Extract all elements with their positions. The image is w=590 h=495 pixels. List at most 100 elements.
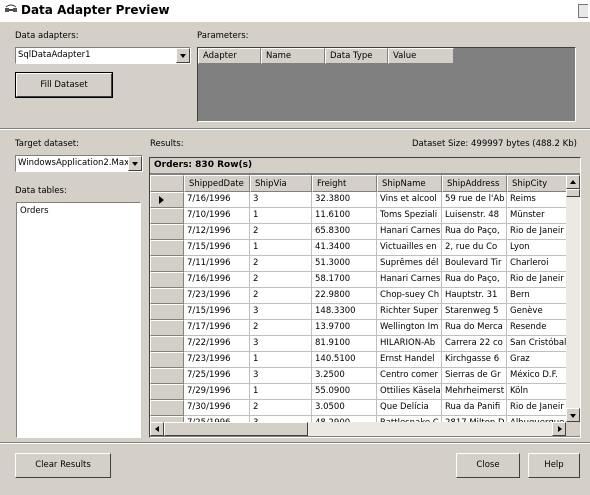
cell-shipname[interactable]: Centro comer	[377, 368, 442, 384]
cell-shipname[interactable]: Victuailles en	[377, 240, 442, 256]
row-header[interactable]	[150, 368, 184, 384]
data-tables-list[interactable]: Orders	[16, 202, 141, 438]
col-shipvia[interactable]: ShipVia	[250, 175, 312, 192]
scroll-left-button[interactable]	[150, 422, 164, 436]
cell-shipcity[interactable]: Rio de Janeir	[507, 400, 570, 416]
param-col-value[interactable]: Value	[388, 48, 454, 64]
cell-freight[interactable]: 55.0900	[312, 384, 377, 400]
param-col-data-type[interactable]: Data Type	[325, 48, 388, 64]
target-dataset-combo[interactable]: WindowsApplication2.Max	[15, 155, 143, 172]
cell-shipcity[interactable]: Lyon	[507, 240, 570, 256]
col-shipaddress[interactable]: ShipAddress	[442, 175, 507, 192]
cell-shipcity[interactable]: Rio de Janeir	[507, 224, 570, 240]
cell-shipcity[interactable]: Bern	[507, 288, 570, 304]
horizontal-scrollbar[interactable]	[150, 422, 566, 436]
cell-freight[interactable]: 3.0500	[312, 400, 377, 416]
cell-freight[interactable]: 148.3300	[312, 304, 377, 320]
cell-shipcity[interactable]: San Cristóbal	[507, 336, 570, 352]
cell-shipaddress[interactable]: Rua do Paço,	[442, 272, 507, 288]
cell-shipname[interactable]: Suprêmes dél	[377, 256, 442, 272]
cell-shippeddate[interactable]: 7/15/1996	[184, 304, 250, 320]
cell-shipaddress[interactable]: Luisenstr. 48	[442, 208, 507, 224]
table-row[interactable]: 7/30/1996 2 3.0500 Que Delícia Rua da Panifi…	[150, 400, 570, 416]
close-button[interactable]: Close	[456, 453, 520, 478]
data-adapters-combo[interactable]: SqlDataAdapter1	[15, 47, 191, 64]
cell-shipaddress[interactable]: Hauptstr. 31	[442, 288, 507, 304]
table-row[interactable]: 7/25/1996 3 3.2500 Centro comer Sierras de G…	[150, 368, 570, 384]
cell-shipvia[interactable]: 2	[250, 256, 312, 272]
cell-freight[interactable]: 13.9700	[312, 320, 377, 336]
cell-shipaddress[interactable]: Carrera 22 co	[442, 336, 507, 352]
cell-shippeddate[interactable]: 7/25/1996	[184, 368, 250, 384]
cell-shipname[interactable]: Que Delícia	[377, 400, 442, 416]
cell-shipname[interactable]: Richter Super	[377, 304, 442, 320]
row-header[interactable]	[150, 400, 184, 416]
cell-shipvia[interactable]: 3	[250, 192, 312, 208]
cell-shippeddate[interactable]: 7/23/1996	[184, 288, 250, 304]
table-row[interactable]: 7/12/1996 2 65.8300 Hanari Carnes Rua do Paç…	[150, 224, 570, 240]
table-row[interactable]: 7/16/1996 2 58.1700 Hanari Carnes Rua do Paç…	[150, 272, 570, 288]
scroll-right-button[interactable]	[552, 422, 566, 436]
cell-shippeddate[interactable]: 7/23/1996	[184, 352, 250, 368]
cell-freight[interactable]: 22.9800	[312, 288, 377, 304]
cell-shipvia[interactable]: 2	[250, 288, 312, 304]
data-adapters-dropdown-button[interactable]	[176, 48, 190, 63]
horizontal-scroll-thumb[interactable]	[164, 422, 308, 436]
cell-shipname[interactable]: Hanari Carnes	[377, 224, 442, 240]
table-row[interactable]: 7/29/1996 1 55.0900 Ottilies Käsela Mehrheim…	[150, 384, 570, 400]
table-row[interactable]: 7/22/1996 3 81.9100 HILARION-Ab Carrera 22 c…	[150, 336, 570, 352]
cell-freight[interactable]: 58.1700	[312, 272, 377, 288]
cell-shipaddress[interactable]: Rua do Paço,	[442, 224, 507, 240]
parameters-grid[interactable]: Adapter Name Data Type Value	[197, 47, 576, 122]
row-header[interactable]	[150, 352, 184, 368]
row-header[interactable]	[150, 288, 184, 304]
cell-shipname[interactable]: HILARION-Ab	[377, 336, 442, 352]
fill-dataset-button[interactable]: Fill Dataset	[15, 72, 113, 98]
cell-shipname[interactable]: Toms Speziali	[377, 208, 442, 224]
cell-shipcity[interactable]: Münster	[507, 208, 570, 224]
table-row[interactable]: 7/16/1996 3 32.3800 Vins et alcool 59 rue de…	[150, 192, 570, 208]
cell-shipcity[interactable]: Graz	[507, 352, 570, 368]
row-header[interactable]	[150, 256, 184, 272]
param-col-name[interactable]: Name	[261, 48, 325, 64]
vertical-scrollbar[interactable]	[566, 175, 580, 422]
cell-shipvia[interactable]: 2	[250, 272, 312, 288]
cell-freight[interactable]: 51.3000	[312, 256, 377, 272]
row-header[interactable]	[150, 304, 184, 320]
table-row[interactable]: 7/23/1996 1 140.5100 Ernst Handel Kirchgasse…	[150, 352, 570, 368]
cell-shipname[interactable]: Chop-suey Ch	[377, 288, 442, 304]
close-window-button[interactable]	[578, 4, 588, 18]
results-grid[interactable]: Orders: 830 Row(s) ShippedDate ShipVia F…	[149, 157, 581, 438]
clear-results-button[interactable]: Clear Results	[15, 453, 111, 478]
cell-shipname[interactable]: Wellington Im	[377, 320, 442, 336]
cell-shipvia[interactable]: 2	[250, 224, 312, 240]
help-button[interactable]: Help	[528, 453, 580, 478]
data-table-item-orders[interactable]: Orders	[20, 206, 49, 216]
cell-shipname[interactable]: Ottilies Käsela	[377, 384, 442, 400]
cell-shippeddate[interactable]: 7/16/1996	[184, 272, 250, 288]
row-header[interactable]	[150, 384, 184, 400]
cell-freight[interactable]: 11.6100	[312, 208, 377, 224]
vertical-scroll-thumb[interactable]	[566, 189, 580, 197]
cell-shipvia[interactable]: 3	[250, 368, 312, 384]
cell-shippeddate[interactable]: 7/30/1996	[184, 400, 250, 416]
cell-shipvia[interactable]: 3	[250, 304, 312, 320]
cell-shippeddate[interactable]: 7/29/1996	[184, 384, 250, 400]
param-col-adapter[interactable]: Adapter	[198, 48, 261, 64]
row-header[interactable]	[150, 208, 184, 224]
cell-shipaddress[interactable]: Starenweg 5	[442, 304, 507, 320]
row-header[interactable]	[150, 320, 184, 336]
scroll-down-button[interactable]	[566, 408, 580, 422]
cell-shipaddress[interactable]: Mehrheimerst	[442, 384, 507, 400]
cell-freight[interactable]: 41.3400	[312, 240, 377, 256]
row-header[interactable]	[150, 240, 184, 256]
cell-freight[interactable]: 65.8300	[312, 224, 377, 240]
cell-shipaddress[interactable]: Boulevard Tir	[442, 256, 507, 272]
cell-shippeddate[interactable]: 7/11/1996	[184, 256, 250, 272]
cell-shipcity[interactable]: Reims	[507, 192, 570, 208]
table-row[interactable]: 7/10/1996 1 11.6100 Toms Speziali Luisenstr.…	[150, 208, 570, 224]
cell-shipcity[interactable]: México D.F.	[507, 368, 570, 384]
table-row[interactable]: 7/15/1996 1 41.3400 Victuailles en 2, rue du…	[150, 240, 570, 256]
cell-shippeddate[interactable]: 7/16/1996	[184, 192, 250, 208]
cell-shipvia[interactable]: 3	[250, 336, 312, 352]
